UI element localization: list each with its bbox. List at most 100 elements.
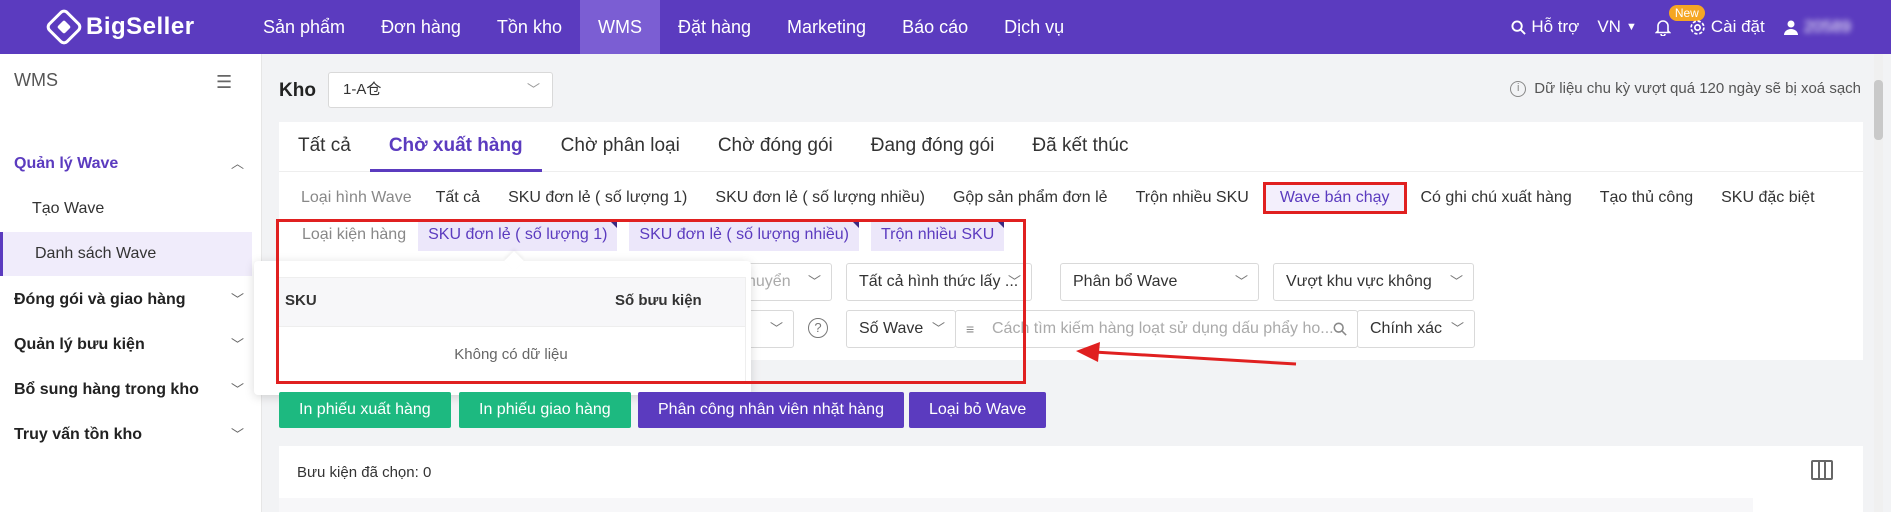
help-link[interactable]: Hỗ trợ bbox=[1511, 17, 1579, 37]
status-tabs: Tất cả Chờ xuất hàng Chờ phân loại Chờ đ… bbox=[279, 122, 1863, 172]
retention-notice: i Dữ liệu chu kỳ vượt quá 120 ngày sẽ bị… bbox=[1510, 80, 1861, 97]
wave-type-manual[interactable]: Tạo thủ công bbox=[1586, 182, 1707, 214]
user-icon bbox=[1783, 20, 1798, 35]
wave-type-filter: Loại hình Wave Tất cả SKU đơn lẻ ( số lư… bbox=[279, 180, 1829, 216]
nav-purchase[interactable]: Đặt hàng bbox=[660, 0, 769, 54]
sidebar-group-parcels[interactable]: Quản lý bưu kiện ﹀ bbox=[0, 323, 262, 367]
help-label: Hỗ trợ bbox=[1531, 17, 1580, 36]
sku-popover-table: SKU Số bưu kiện Không có dữ liệu bbox=[276, 277, 746, 383]
notification-bell[interactable]: New bbox=[1654, 4, 1705, 36]
selected-count: Bưu kiện đã chọn: 0 bbox=[297, 464, 432, 481]
wave-type-single-sku-qty1[interactable]: SKU đơn lẻ ( số lượng 1) bbox=[494, 182, 701, 214]
info-icon: i bbox=[1510, 80, 1527, 97]
warehouse-value: 1-A仓 bbox=[343, 81, 382, 98]
wave-type-label: Loại hình Wave bbox=[301, 189, 412, 206]
wave-type-best-seller[interactable]: Wave bán chạy bbox=[1262, 182, 1407, 214]
package-tag-single-multi[interactable]: SKU đơn lẻ ( số lượng nhiều) bbox=[629, 219, 859, 251]
nav-reports[interactable]: Báo cáo bbox=[884, 0, 986, 54]
retention-notice-text: Dữ liệu chu kỳ vượt quá 120 ngày sẽ bị x… bbox=[1534, 80, 1861, 97]
page-scrollbar[interactable] bbox=[1874, 54, 1883, 512]
warehouse-label: Kho bbox=[279, 80, 316, 101]
assign-picker-button[interactable]: Phân công nhân viên nhặt hàng bbox=[638, 392, 904, 428]
tab-waiting-outbound[interactable]: Chờ xuất hàng bbox=[369, 122, 542, 172]
package-type-row: Loại kiện hàng SKU đơn lẻ ( số lượng 1) … bbox=[254, 213, 1022, 257]
user-menu[interactable]: 20589 bbox=[1783, 17, 1851, 37]
sidebar-group-label: Đóng gói và giao hàng bbox=[14, 291, 186, 308]
scrollbar-thumb[interactable] bbox=[1874, 80, 1883, 140]
nav-orders[interactable]: Đơn hàng bbox=[363, 0, 479, 54]
batch-search-placeholder: Cách tìm kiếm hàng loạt sử dụng dấu phẩy… bbox=[992, 320, 1334, 337]
exceed-zone-select[interactable]: Vượt khu vực không ﹀ bbox=[1273, 263, 1474, 301]
package-type-label: Loại kiện hàng bbox=[302, 226, 407, 243]
match-mode-select[interactable]: Chính xác ﹀ bbox=[1357, 310, 1475, 348]
chevron-down-icon: ﹀ bbox=[230, 427, 244, 442]
chevron-up-icon: ︿ bbox=[230, 156, 244, 171]
brand-logo[interactable]: BigSeller bbox=[44, 7, 195, 47]
package-tag-single-qty1[interactable]: SKU đơn lẻ ( số lượng 1) bbox=[418, 219, 618, 251]
bell-icon bbox=[1654, 19, 1671, 36]
sidebar-group-label: Bổ sung hàng trong kho bbox=[14, 381, 199, 398]
tab-all[interactable]: Tất cả bbox=[279, 122, 370, 172]
sidebar: WMS ☰ Quản lý Wave ︿ Tạo Wave Danh sách … bbox=[0, 54, 262, 512]
remove-wave-button[interactable]: Loại bỏ Wave bbox=[909, 392, 1047, 428]
search-icon bbox=[1511, 19, 1527, 35]
top-navigation-bar: BigSeller Sản phẩm Đơn hàng Tồn kho WMS … bbox=[0, 0, 1891, 54]
language-label: VN bbox=[1597, 17, 1621, 36]
sku-popover-card: SKU Số bưu kiện Không có dữ liệu bbox=[254, 261, 751, 395]
empty-state: Không có dữ liệu bbox=[277, 326, 745, 382]
wave-type-mixed-sku[interactable]: Trộn nhiều SKU bbox=[1122, 182, 1263, 214]
tab-finished[interactable]: Đã kết thúc bbox=[1013, 122, 1147, 172]
nav-marketing[interactable]: Marketing bbox=[769, 0, 884, 54]
tab-waiting-sorting[interactable]: Chờ phân loại bbox=[542, 122, 699, 172]
columns-icon[interactable] bbox=[1811, 460, 1833, 480]
wave-type-single-sku-multi[interactable]: SKU đơn lẻ ( số lượng nhiều) bbox=[701, 182, 939, 214]
language-select[interactable]: VN ▼ bbox=[1597, 17, 1637, 37]
table-header bbox=[279, 498, 1753, 512]
tab-waiting-packing[interactable]: Chờ đóng gói bbox=[699, 122, 852, 172]
allocate-wave-select[interactable]: Phân bổ Wave ﹀ bbox=[1060, 263, 1259, 301]
exceed-zone-value: Vượt khu vực không bbox=[1286, 273, 1432, 290]
caret-down-icon: ▼ bbox=[1625, 21, 1637, 33]
print-delivery-button[interactable]: In phiếu giao hàng bbox=[459, 392, 631, 428]
warehouse-select[interactable]: 1-A仓 ﹀ bbox=[328, 72, 553, 108]
annotation-arrow bbox=[1076, 342, 1297, 366]
package-type-popover: Loại kiện hàng SKU đơn lẻ ( số lượng 1) … bbox=[254, 213, 1022, 395]
sidebar-title: WMS bbox=[14, 70, 58, 90]
collapse-sidebar-icon[interactable]: ☰ bbox=[216, 72, 232, 93]
allocate-wave-value: Phân bổ Wave bbox=[1073, 273, 1178, 290]
user-id: 20589 bbox=[1803, 17, 1851, 36]
sidebar-group-replenish[interactable]: Bổ sung hàng trong kho ﹀ bbox=[0, 368, 262, 412]
sidebar-item-wave-list[interactable]: Danh sách Wave bbox=[0, 232, 252, 276]
top-right-tools: Hỗ trợ VN ▼ New Cài đặt 20589 bbox=[1511, 0, 1891, 54]
wave-type-with-note[interactable]: Có ghi chú xuất hàng bbox=[1407, 182, 1586, 214]
chevron-down-icon: ﹀ bbox=[1234, 274, 1248, 289]
wave-type-all[interactable]: Tất cả bbox=[422, 182, 494, 214]
nav-wms[interactable]: WMS bbox=[579, 0, 660, 54]
table-header: SKU Số bưu kiện bbox=[277, 278, 745, 326]
chevron-down-icon: ﹀ bbox=[1449, 274, 1463, 289]
bigseller-logo-icon bbox=[44, 7, 84, 47]
settings-link[interactable]: Cài đặt bbox=[1689, 17, 1765, 37]
print-outbound-button[interactable]: In phiếu xuất hàng bbox=[279, 392, 451, 428]
nav-products[interactable]: Sản phẩm bbox=[245, 0, 363, 54]
wave-type-special-sku[interactable]: SKU đặc biệt bbox=[1707, 182, 1828, 214]
nav-services[interactable]: Dịch vụ bbox=[986, 0, 1082, 54]
chevron-down-icon: ﹀ bbox=[1450, 321, 1464, 336]
sidebar-group-label: Quản lý Wave bbox=[14, 155, 119, 172]
sidebar-group-wave[interactable]: Quản lý Wave ︿ bbox=[0, 142, 262, 186]
main-nav: Sản phẩm Đơn hàng Tồn kho WMS Đặt hàng M… bbox=[245, 0, 1082, 54]
gear-icon bbox=[1690, 19, 1705, 35]
nav-inventory[interactable]: Tồn kho bbox=[479, 0, 580, 54]
sidebar-group-packing[interactable]: Đóng gói và giao hàng ﹀ bbox=[0, 278, 262, 322]
package-tag-mixed-sku[interactable]: Trộn nhiều SKU bbox=[871, 219, 1005, 251]
settings-label: Cài đặt bbox=[1710, 17, 1765, 36]
sidebar-group-stock-query[interactable]: Truy vấn tồn kho ﹀ bbox=[0, 413, 262, 457]
match-mode-value: Chính xác bbox=[1370, 320, 1443, 337]
sidebar-group-label: Quản lý bưu kiện bbox=[14, 336, 145, 353]
column-sku: SKU bbox=[285, 292, 317, 309]
search-icon[interactable] bbox=[1333, 322, 1347, 336]
sidebar-item-create-wave[interactable]: Tạo Wave bbox=[0, 187, 252, 231]
wave-type-merge-single[interactable]: Gộp sản phẩm đơn lẻ bbox=[939, 182, 1122, 214]
column-package-count: Số bưu kiện bbox=[615, 292, 702, 309]
tab-packing[interactable]: Đang đóng gói bbox=[852, 122, 1014, 172]
